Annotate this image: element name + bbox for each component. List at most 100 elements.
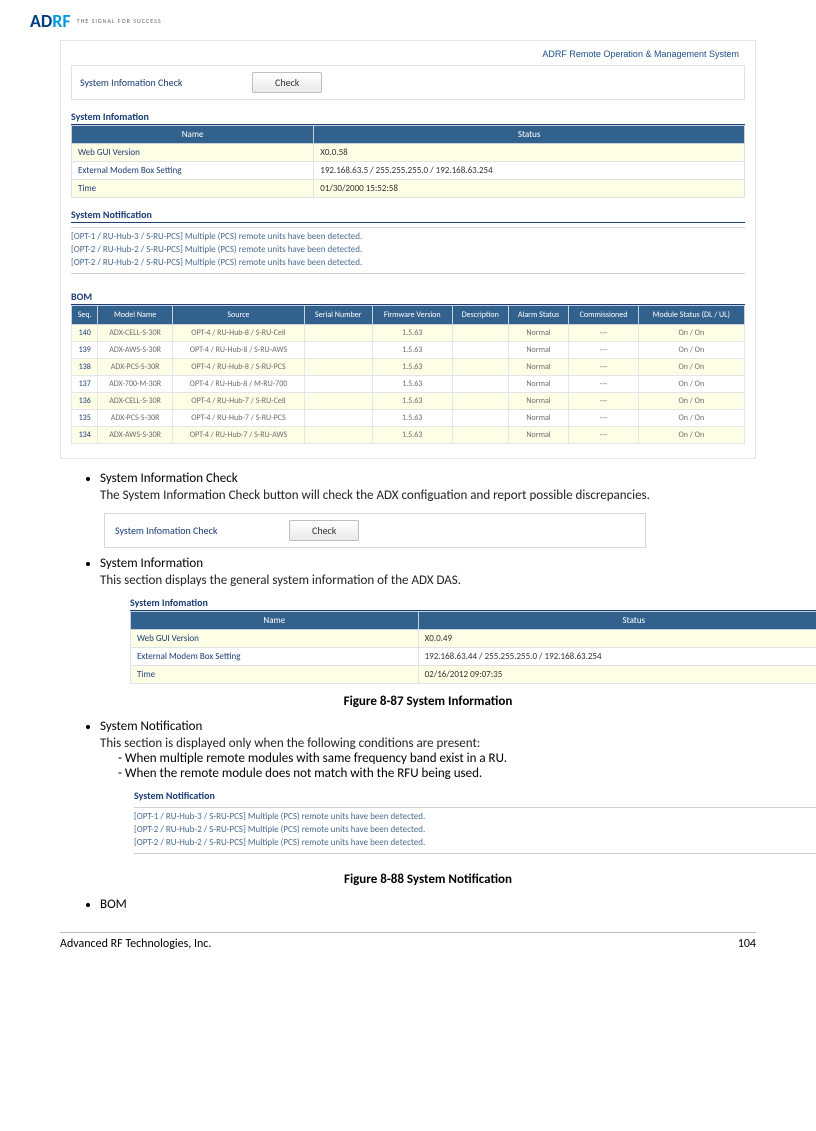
bom-cell: 136: [72, 393, 98, 410]
cell-name: External Modem Box Setting: [131, 648, 419, 666]
bullet-sys-info-body: This section displays the general system…: [100, 573, 756, 588]
system-info-check-row: System Infomation Check Check: [71, 65, 745, 100]
table-row: Time02/16/2012 09:07:35: [131, 666, 816, 684]
bom-cell: 1.5.63: [372, 427, 452, 444]
logo-rf: RF: [52, 10, 70, 32]
table-row: Web GUI VersionX0.0.58: [72, 144, 745, 162]
sub-cond-1: When multiple remote modules with same f…: [118, 751, 756, 766]
notification-line: [OPT-2 / RU-Hub-2 / S-RU-PCS] Multiple (…: [71, 243, 745, 256]
bom-cell: [305, 410, 372, 427]
bullet-sys-info-check: System Information Check: [100, 471, 756, 486]
cell-name: Web GUI Version: [131, 630, 419, 648]
bom-cell: On / On: [638, 410, 744, 427]
logo-tagline: THE SIGNAL FOR SUCCESS: [77, 17, 162, 25]
cell-name: External Modem Box Setting: [72, 162, 314, 180]
bom-cell: [452, 427, 508, 444]
mini-check-shot: System Infomation Check Check: [104, 513, 646, 548]
table-row: 139ADX-AWS-S-30ROPT-4 / RU-Hub-8 / S-RU-…: [72, 342, 745, 359]
bom-cell: ---: [569, 325, 638, 342]
table-row: External Modem Box Setting192.168.63.44 …: [131, 648, 816, 666]
adrf-logo: ADRF: [30, 10, 71, 32]
table-row: 135ADX-PCS-S-30ROPT-4 / RU-Hub-7 / S-RU-…: [72, 410, 745, 427]
bom-cell: 139: [72, 342, 98, 359]
bom-cell: 1.5.63: [372, 393, 452, 410]
doc-body: System Information Check The System Info…: [80, 471, 756, 912]
system-info-title-2: System Infomation: [130, 596, 816, 611]
cell-status: 01/30/2000 15:52:58: [314, 180, 745, 198]
figure-8-87-caption: Figure 8-87 System Information: [100, 694, 756, 709]
bom-title: BOM: [71, 290, 745, 305]
bom-cell: Normal: [508, 427, 569, 444]
bom-cell: OPT-4 / RU-Hub-7 / S-RU-AWS: [172, 427, 304, 444]
bom-cell: Normal: [508, 359, 569, 376]
bom-cell: OPT-4 / RU-Hub-7 / S-RU-Cell: [172, 393, 304, 410]
bom-cell: Normal: [508, 325, 569, 342]
bom-col-header: Module Status (DL / UL): [638, 306, 744, 325]
table-row: 138ADX-PCS-S-30ROPT-4 / RU-Hub-8 / S-RU-…: [72, 359, 745, 376]
screenshot-main: ADRF Remote Operation & Management Syste…: [60, 40, 756, 459]
sub-cond-2: When the remote module does not match wi…: [118, 766, 756, 781]
bullet-sys-notif: System Notification: [100, 719, 756, 734]
bom-cell: On / On: [638, 376, 744, 393]
table-row: 136ADX-CELL-S-30ROPT-4 / RU-Hub-7 / S-RU…: [72, 393, 745, 410]
bom-cell: 135: [72, 410, 98, 427]
cell-name: Time: [131, 666, 419, 684]
bom-cell: Normal: [508, 376, 569, 393]
bom-cell: 1.5.63: [372, 325, 452, 342]
system-notification-title-2: System Notification: [134, 789, 816, 803]
bom-cell: 1.5.63: [372, 359, 452, 376]
cell-status: 02/16/2012 09:07:35: [418, 666, 816, 684]
bullet-bom: BOM: [100, 897, 756, 912]
col-status: Status: [314, 126, 745, 144]
bom-cell: [305, 325, 372, 342]
bom-col-header: Seq.: [72, 306, 98, 325]
bom-col-header: Source: [172, 306, 304, 325]
bom-cell: [305, 427, 372, 444]
mini-check-button[interactable]: Check: [289, 520, 359, 541]
bom-cell: ADX-AWS-S-30R: [98, 427, 173, 444]
bom-table: Seq.Model NameSourceSerial NumberFirmwar…: [71, 305, 745, 444]
notification-line: [OPT-2 / RU-Hub-2 / S-RU-PCS] Multiple (…: [134, 836, 816, 849]
bom-cell: On / On: [638, 342, 744, 359]
bullet-sys-info: System Information: [100, 556, 756, 571]
check-button[interactable]: Check: [252, 72, 322, 93]
system-info-table-2: Name Status Web GUI VersionX0.0.49Extern…: [130, 611, 816, 684]
bom-cell: On / On: [638, 427, 744, 444]
bom-cell: Normal: [508, 393, 569, 410]
cell-name: Web GUI Version: [72, 144, 314, 162]
bom-cell: ---: [569, 393, 638, 410]
logo-ad: AD: [30, 10, 52, 32]
bom-col-header: Alarm Status: [508, 306, 569, 325]
table-row: 137ADX-700-M-30ROPT-4 / RU-Hub-8 / M-RU-…: [72, 376, 745, 393]
system-info-check-label: System Infomation Check: [80, 76, 240, 89]
bom-cell: On / On: [638, 325, 744, 342]
bom-cell: ADX-AWS-S-30R: [98, 342, 173, 359]
cell-name: Time: [72, 180, 314, 198]
bom-cell: ADX-PCS-S-30R: [98, 359, 173, 376]
bom-cell: 140: [72, 325, 98, 342]
bom-cell: ADX-CELL-S-30R: [98, 325, 173, 342]
table-row: Time01/30/2000 15:52:58: [72, 180, 745, 198]
bom-cell: [305, 342, 372, 359]
banner-title: ADRF Remote Operation & Management Syste…: [71, 47, 745, 65]
cell-status: 192.168.63.44 / 255.255.255.0 / 192.168.…: [418, 648, 816, 666]
cell-status: X0.0.49: [418, 630, 816, 648]
figure-8-88-caption: Figure 8-88 System Notification: [100, 872, 756, 887]
bom-cell: OPT-4 / RU-Hub-8 / M-RU-700: [172, 376, 304, 393]
mini-check-label: System Infomation Check: [115, 524, 275, 537]
footer-company: Advanced RF Technologies, Inc.: [60, 937, 211, 951]
bom-cell: [305, 359, 372, 376]
bom-col-header: Firmware Version: [372, 306, 452, 325]
bom-cell: [452, 342, 508, 359]
bom-cell: On / On: [638, 393, 744, 410]
page-footer: Advanced RF Technologies, Inc. 104: [60, 932, 756, 951]
bom-cell: [305, 393, 372, 410]
table-row: 134ADX-AWS-S-30ROPT-4 / RU-Hub-7 / S-RU-…: [72, 427, 745, 444]
bom-cell: On / On: [638, 359, 744, 376]
notification-line: [OPT-1 / RU-Hub-3 / S-RU-PCS] Multiple (…: [71, 230, 745, 243]
bom-cell: [452, 325, 508, 342]
doc-header: ADRF THE SIGNAL FOR SUCCESS: [30, 10, 786, 32]
system-notification-list: [OPT-1 / RU-Hub-3 / S-RU-PCS] Multiple (…: [71, 230, 745, 269]
system-notification-title: System Notification: [71, 208, 745, 223]
bom-col-header: Description: [452, 306, 508, 325]
